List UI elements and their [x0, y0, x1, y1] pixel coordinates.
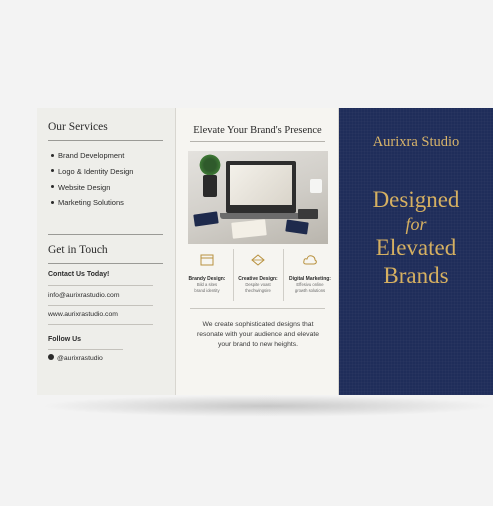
studio-name: Aurixra Studio [372, 134, 460, 150]
list-item: Marketing Solutions [51, 198, 133, 214]
feature-item: Creative Design: Despite voast thechwing… [233, 253, 283, 293]
services-heading: Our Services [48, 121, 108, 133]
phone-shape [298, 209, 318, 219]
feature-item: Digital Marketing: Effesivu online growt… [283, 253, 337, 293]
laptop-icon [226, 161, 296, 213]
cover-panel: Aurixra Studio Designed for Elevated Bra… [339, 108, 493, 395]
list-item: Brand Development [51, 151, 133, 167]
divider [48, 140, 163, 141]
social-icon [48, 354, 54, 361]
business-card [193, 211, 219, 227]
divider [48, 263, 163, 264]
diamond-icon [251, 254, 265, 266]
left-panel: Our Services Brand Development Logo & Id… [37, 108, 176, 395]
website-text: www.aurixrastudio.com [48, 311, 118, 318]
middle-panel: Elevate Your Brand's Presence Brandy Des… [176, 108, 339, 395]
business-card [285, 219, 309, 235]
cover-tagline: Designed for Elevated Brands [372, 187, 460, 288]
divider [48, 324, 153, 325]
feature-item: Brandy Design: Bild a sites brand identi… [182, 253, 232, 293]
workspace-photo [188, 151, 328, 244]
trifold-brochure: Our Services Brand Development Logo & Id… [37, 108, 493, 395]
divider [190, 308, 325, 309]
business-card [231, 219, 267, 239]
list-item: Logo & Identity Design [51, 167, 133, 183]
plant-icon [198, 153, 222, 177]
intro-paragraph: We create sophisticated designs that res… [196, 321, 320, 348]
social-handle: @aurixrastudio [48, 354, 103, 362]
divider [48, 234, 163, 235]
contact-heading: Get in Touch [48, 244, 108, 256]
cloud-icon [303, 255, 317, 265]
divider [190, 141, 325, 142]
contact-cta: Contact Us Today! [48, 271, 110, 278]
divider [48, 285, 153, 286]
divider [48, 349, 123, 350]
list-item: Website Design [51, 183, 133, 199]
follow-label: Follow Us [48, 336, 82, 343]
brochure-mockup: Our Services Brand Development Logo & Id… [0, 0, 493, 506]
email-text: info@aurixrastudio.com [48, 292, 120, 299]
middle-heading: Elevate Your Brand's Presence [193, 125, 322, 136]
cup-shape [310, 179, 322, 193]
services-list: Brand Development Logo & Identity Design… [51, 151, 133, 214]
pot-shape [203, 175, 217, 197]
laptop-base [220, 213, 302, 219]
brochure-shadow [40, 395, 493, 417]
divider [48, 305, 153, 306]
browser-icon [200, 254, 214, 266]
